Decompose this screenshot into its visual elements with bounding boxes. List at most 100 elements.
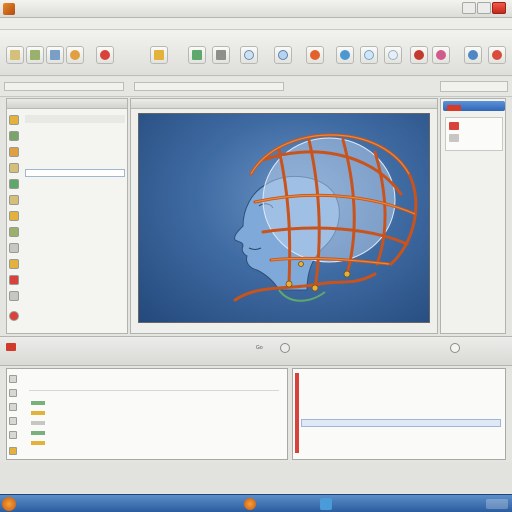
tree-row[interactable] <box>25 135 125 143</box>
swatch-icon <box>449 122 459 130</box>
save-icon <box>50 50 60 60</box>
tool-gear-icon[interactable] <box>9 291 19 301</box>
cloud-button[interactable] <box>240 46 258 64</box>
canvas-panel <box>130 98 438 334</box>
close-button[interactable] <box>492 2 506 14</box>
export-icon[interactable] <box>9 417 17 425</box>
tool-doc-icon[interactable] <box>9 195 19 205</box>
info-icon[interactable] <box>450 343 460 353</box>
heart-button[interactable] <box>432 46 450 64</box>
new-file-button[interactable] <box>6 46 24 64</box>
layers-icon <box>154 50 164 60</box>
menu-bar <box>0 18 512 30</box>
folder-icon <box>30 50 40 60</box>
stop-icon[interactable] <box>6 343 16 351</box>
log-tool-strip <box>9 373 19 457</box>
tree-row[interactable] <box>25 197 125 205</box>
search-input[interactable] <box>4 82 124 91</box>
cloud-icon <box>244 50 254 60</box>
tool-grid-icon[interactable] <box>9 227 19 237</box>
tree-row[interactable] <box>25 125 125 133</box>
tool-strip <box>9 111 21 331</box>
tree-row[interactable] <box>25 211 125 219</box>
tool-note-icon[interactable] <box>9 163 19 173</box>
log-panel <box>6 368 288 460</box>
image-icon <box>192 50 202 60</box>
bird-button[interactable] <box>336 46 354 64</box>
cloud-alt-icon <box>388 50 398 60</box>
tool-image-icon[interactable] <box>9 179 19 189</box>
heart-icon <box>436 50 446 60</box>
open-button[interactable] <box>26 46 44 64</box>
tree-row[interactable] <box>25 271 125 279</box>
inspector-preview <box>445 117 503 151</box>
path-field[interactable] <box>134 82 284 91</box>
log-header <box>29 375 279 391</box>
sphere-icon <box>278 50 288 60</box>
toolbar-sub-row <box>0 34 512 42</box>
tool-tag-icon[interactable] <box>9 259 19 269</box>
brush-button[interactable] <box>66 46 84 64</box>
tree-row[interactable] <box>25 225 125 233</box>
settings-icon[interactable] <box>9 431 17 439</box>
tree-row[interactable] <box>25 145 125 153</box>
warning-icon[interactable] <box>9 447 17 455</box>
log-level-bar <box>31 441 45 445</box>
log-level-bar <box>31 401 45 405</box>
grid-button[interactable] <box>212 46 230 64</box>
log-level-bar <box>31 431 45 435</box>
cloud-alt-button[interactable] <box>384 46 402 64</box>
image-canvas[interactable] <box>138 113 430 323</box>
bubble-button[interactable] <box>360 46 378 64</box>
pin-button[interactable] <box>96 46 114 64</box>
tree-row[interactable] <box>25 115 125 123</box>
go-button[interactable]: Go <box>256 345 263 351</box>
sphere-button[interactable] <box>274 46 292 64</box>
tool-box-icon[interactable] <box>9 211 19 221</box>
copy-icon[interactable] <box>9 389 17 397</box>
tool-stop-icon[interactable] <box>9 311 19 321</box>
minimize-button[interactable] <box>462 2 476 14</box>
log-level-bar <box>31 411 45 415</box>
app-window: Go <box>0 0 512 512</box>
filter-icon[interactable] <box>9 375 17 383</box>
app-taskbar-icon[interactable] <box>320 498 332 510</box>
tree-row-selected[interactable] <box>25 169 125 177</box>
tool-leaf-icon[interactable] <box>9 131 19 141</box>
tree-row[interactable] <box>25 303 125 311</box>
globe-icon <box>468 50 478 60</box>
start-button[interactable] <box>2 497 16 511</box>
selected-property-row[interactable] <box>301 419 501 427</box>
record-button[interactable] <box>306 46 324 64</box>
panel-header-strip <box>0 77 512 97</box>
tree-row[interactable] <box>25 183 125 191</box>
properties-panel <box>292 368 506 460</box>
wire-head-artwork <box>233 133 418 302</box>
tool-list-icon[interactable] <box>9 243 19 253</box>
tool-flag-icon[interactable] <box>9 275 19 285</box>
globe-button[interactable] <box>464 46 482 64</box>
inspector-badge <box>447 105 461 111</box>
tree-row[interactable] <box>25 239 125 247</box>
layers-panel-header <box>7 99 127 109</box>
browser-taskbar-icon[interactable] <box>244 498 256 510</box>
bird-icon <box>340 50 350 60</box>
record-icon <box>310 50 320 60</box>
tool-folder-icon[interactable] <box>9 115 19 125</box>
clear-icon[interactable] <box>9 403 17 411</box>
tool-star-icon[interactable] <box>9 147 19 157</box>
help-button[interactable] <box>488 46 506 64</box>
tree-row[interactable] <box>25 287 125 295</box>
system-tray[interactable] <box>486 499 508 509</box>
tree-row[interactable] <box>25 255 125 263</box>
log-gutter <box>29 397 49 449</box>
maximize-button[interactable] <box>477 2 491 14</box>
save-button[interactable] <box>46 46 64 64</box>
refresh-icon[interactable] <box>280 343 290 353</box>
image-button[interactable] <box>188 46 206 64</box>
inspector-tab[interactable] <box>443 101 505 111</box>
right-panel-selector[interactable] <box>440 81 508 92</box>
marker-button[interactable] <box>410 46 428 64</box>
layers-button[interactable] <box>150 46 168 64</box>
status-area <box>0 462 512 492</box>
